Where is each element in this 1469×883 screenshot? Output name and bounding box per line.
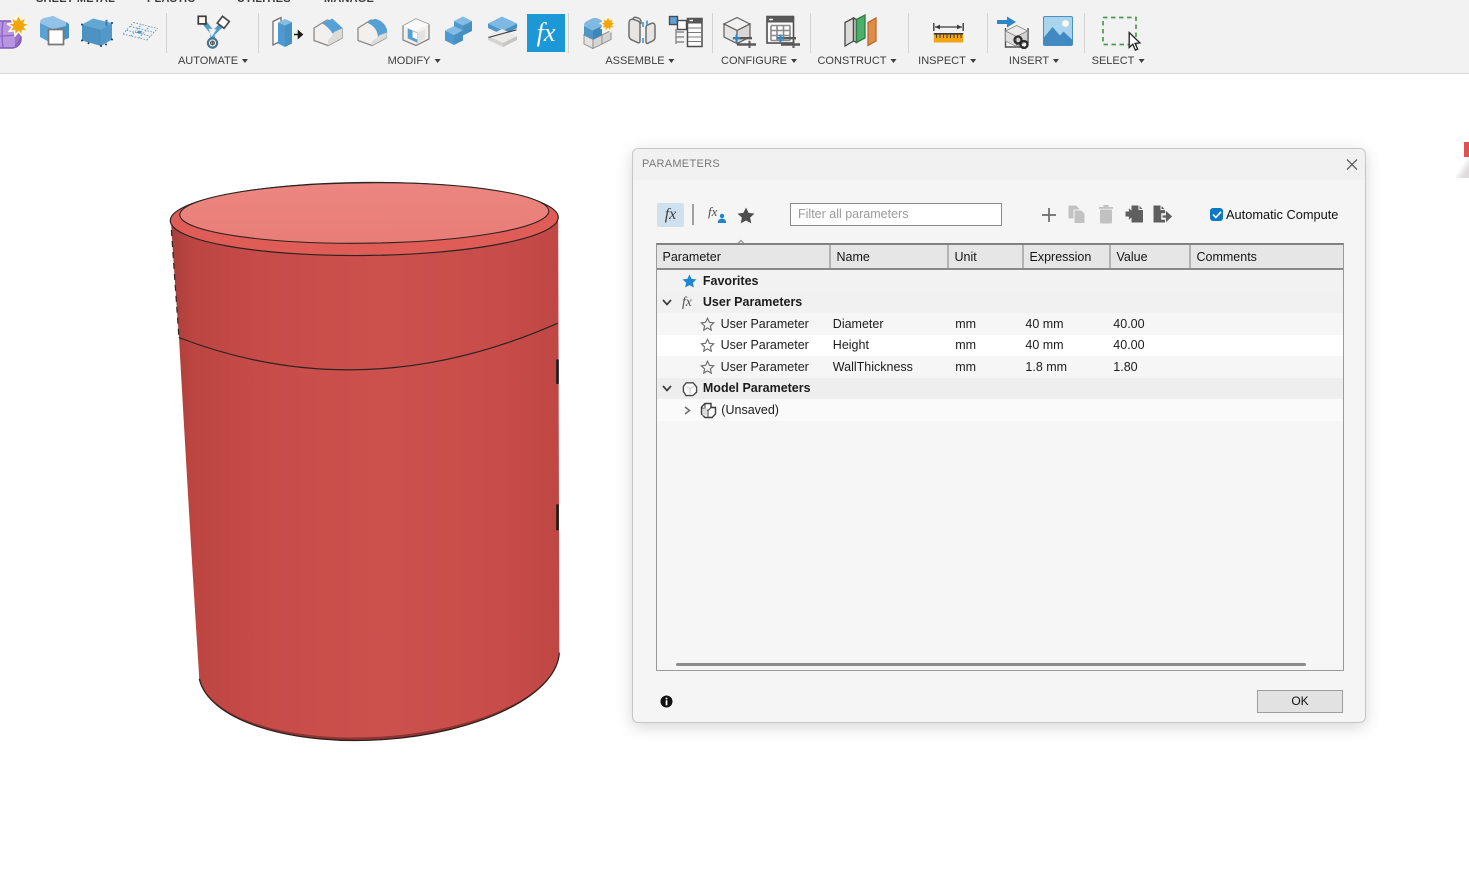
svg-text:fx: fx bbox=[537, 18, 556, 47]
